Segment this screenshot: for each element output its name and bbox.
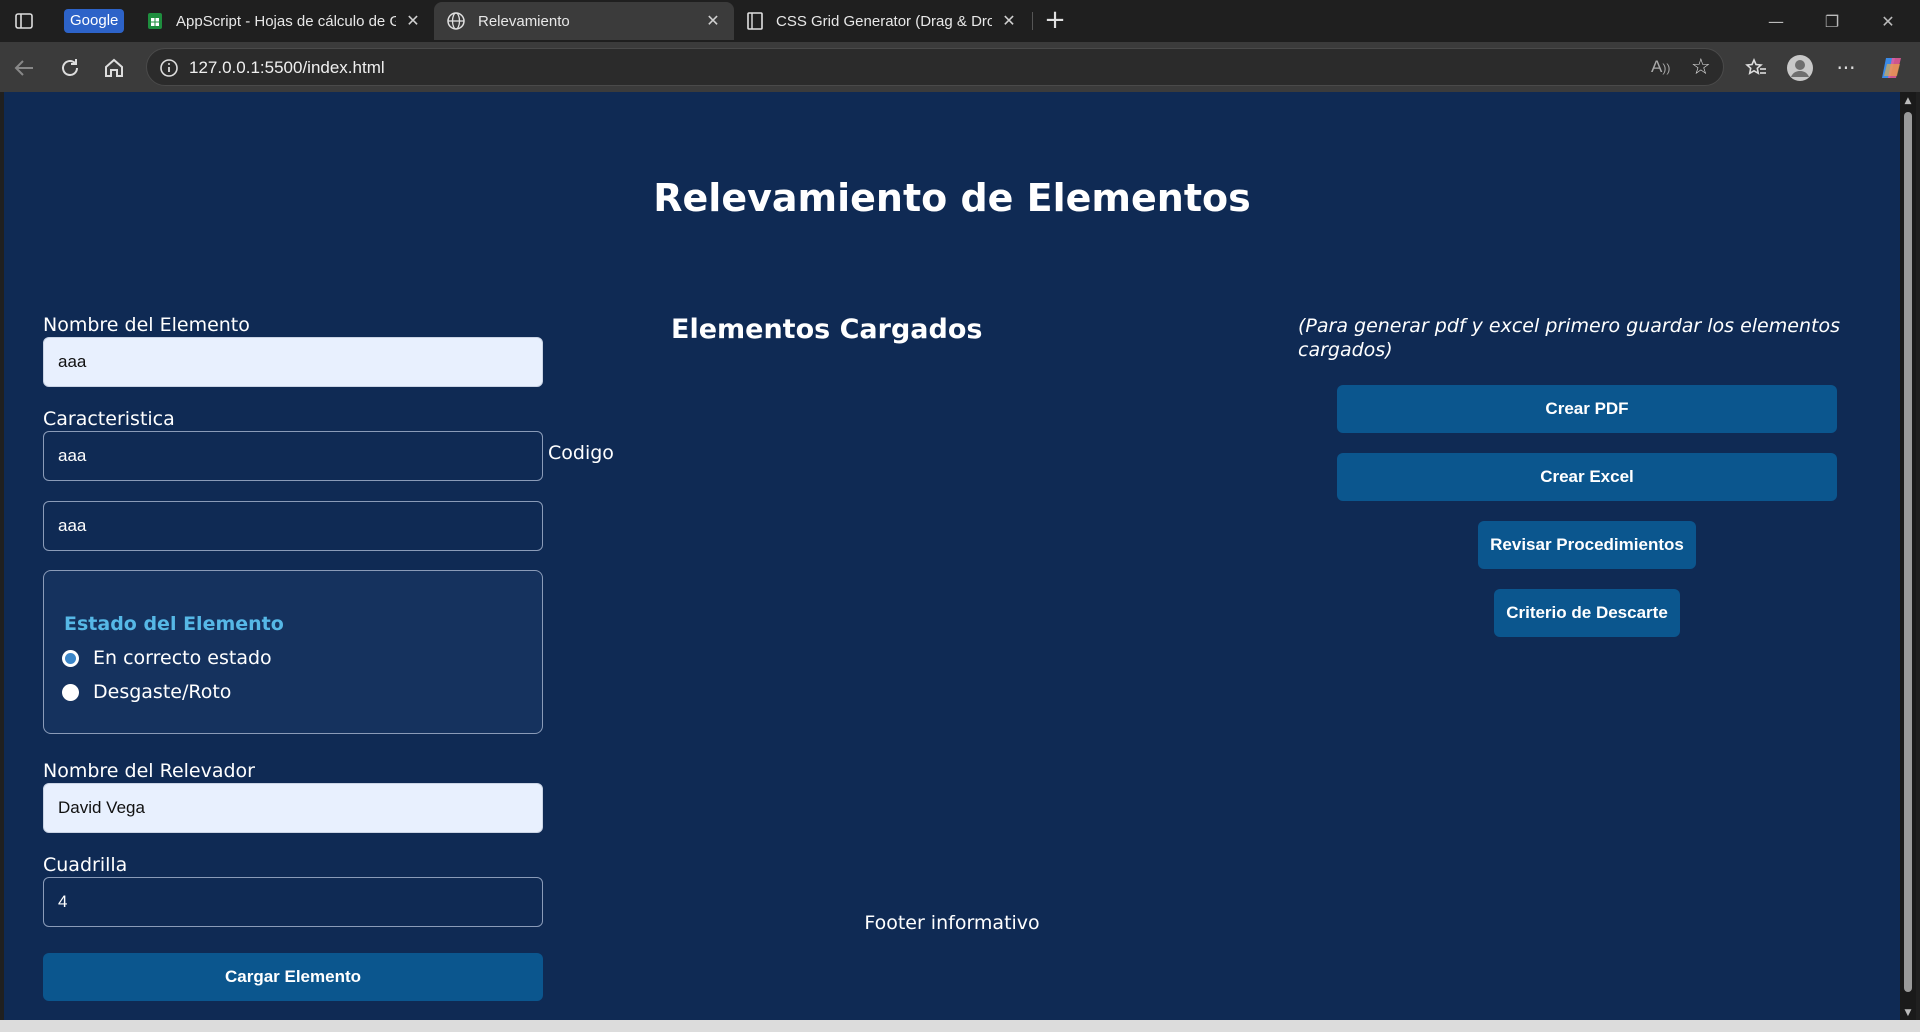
tab-title: CSS Grid Generator (Drag & Drop <box>776 12 992 30</box>
back-icon[interactable] <box>8 52 40 84</box>
caracteristica-input[interactable] <box>43 431 543 481</box>
codigo-label: Codigo <box>548 442 614 464</box>
page-footer: Footer informativo <box>864 912 1040 934</box>
estado-fieldset: Estado del Elemento En correcto estado D… <box>43 570 543 734</box>
close-icon[interactable]: ✕ <box>704 11 722 31</box>
close-icon[interactable]: ✕ <box>1000 11 1018 31</box>
vertical-scrollbar[interactable]: ▲ ▼ <box>1900 92 1916 1020</box>
minimize-icon[interactable]: — <box>1748 0 1804 42</box>
codigo-input[interactable] <box>43 501 543 551</box>
tab-strip: Google AppScript - Hojas de cálculo de G… <box>0 0 1920 42</box>
page-viewport: Relevamiento de Elementos Nombre del Ele… <box>4 92 1900 1020</box>
copilot-icon[interactable] <box>1876 52 1908 84</box>
cuadrilla-label: Cuadrilla <box>43 854 128 876</box>
more-menu-icon[interactable]: ··· <box>1830 52 1862 84</box>
relevador-input[interactable] <box>43 783 543 833</box>
info-icon[interactable] <box>159 58 179 78</box>
estado-option-correcto[interactable]: En correcto estado <box>62 647 272 669</box>
nombre-elemento-input[interactable] <box>43 337 543 387</box>
home-icon[interactable] <box>98 52 130 84</box>
restore-icon[interactable]: ❐ <box>1804 0 1860 42</box>
revisar-procedimientos-button[interactable]: Revisar Procedimientos <box>1478 521 1696 569</box>
nombre-elemento-label: Nombre del Elemento <box>43 314 250 336</box>
close-window-icon[interactable]: ✕ <box>1860 0 1916 42</box>
favorite-star-icon[interactable]: ☆ <box>1691 55 1711 80</box>
relevador-label: Nombre del Relevador <box>43 760 255 782</box>
reload-icon[interactable] <box>54 52 86 84</box>
address-bar[interactable]: 127.0.0.1:5500/index.html A)) ☆ <box>146 48 1724 86</box>
radio-label: En correcto estado <box>93 647 272 669</box>
estado-option-desgaste[interactable]: Desgaste/Roto <box>62 681 231 703</box>
favorites-icon[interactable] <box>1740 52 1772 84</box>
criterio-descarte-button[interactable]: Criterio de Descarte <box>1494 589 1680 637</box>
scrollbar-thumb[interactable] <box>1904 112 1912 992</box>
sheets-icon <box>146 12 164 30</box>
tab-title: Relevamiento <box>478 12 570 30</box>
crear-excel-button[interactable]: Crear Excel <box>1337 453 1837 501</box>
globe-icon <box>446 11 466 31</box>
sidebar-toggle-icon[interactable] <box>10 8 38 34</box>
radio-checked[interactable] <box>62 649 79 667</box>
scroll-up-icon[interactable]: ▲ <box>1903 96 1913 106</box>
caracteristica-label: Caracteristica <box>43 408 175 430</box>
page-icon <box>746 12 764 30</box>
close-icon[interactable]: ✕ <box>404 11 422 31</box>
tab-appscript[interactable]: AppScript - Hojas de cálculo de G ✕ <box>134 2 434 40</box>
tab-title: AppScript - Hojas de cálculo de G <box>176 12 396 30</box>
tab-relevamiento[interactable]: Relevamiento ✕ <box>434 2 734 40</box>
elementos-cargados-title: Elementos Cargados <box>671 314 983 345</box>
page-title: Relevamiento de Elementos <box>653 176 1251 220</box>
profile-avatar-icon[interactable] <box>1784 52 1816 84</box>
radio-label: Desgaste/Roto <box>93 681 232 703</box>
scroll-down-icon[interactable]: ▼ <box>1903 1008 1913 1018</box>
tab-css-grid[interactable]: CSS Grid Generator (Drag & Drop ✕ <box>734 2 1030 40</box>
url-text[interactable]: 127.0.0.1:5500/index.html <box>189 58 385 78</box>
cargar-elemento-button[interactable]: Cargar Elemento <box>43 953 543 1001</box>
export-note: (Para generar pdf y excel primero guarda… <box>1298 315 1840 361</box>
browser-toolbar: 127.0.0.1:5500/index.html A)) ☆ ··· <box>0 42 1920 92</box>
crear-pdf-button[interactable]: Crear PDF <box>1337 385 1837 433</box>
tab-group-google[interactable]: Google <box>64 9 125 33</box>
tab-separator <box>1032 12 1033 30</box>
estado-legend: Estado del Elemento <box>64 613 284 635</box>
read-aloud-icon[interactable]: A)) <box>1651 57 1670 77</box>
new-tab-button[interactable]: + <box>1040 6 1070 36</box>
radio-unchecked[interactable] <box>62 683 79 701</box>
taskbar-edge <box>0 1020 1920 1032</box>
